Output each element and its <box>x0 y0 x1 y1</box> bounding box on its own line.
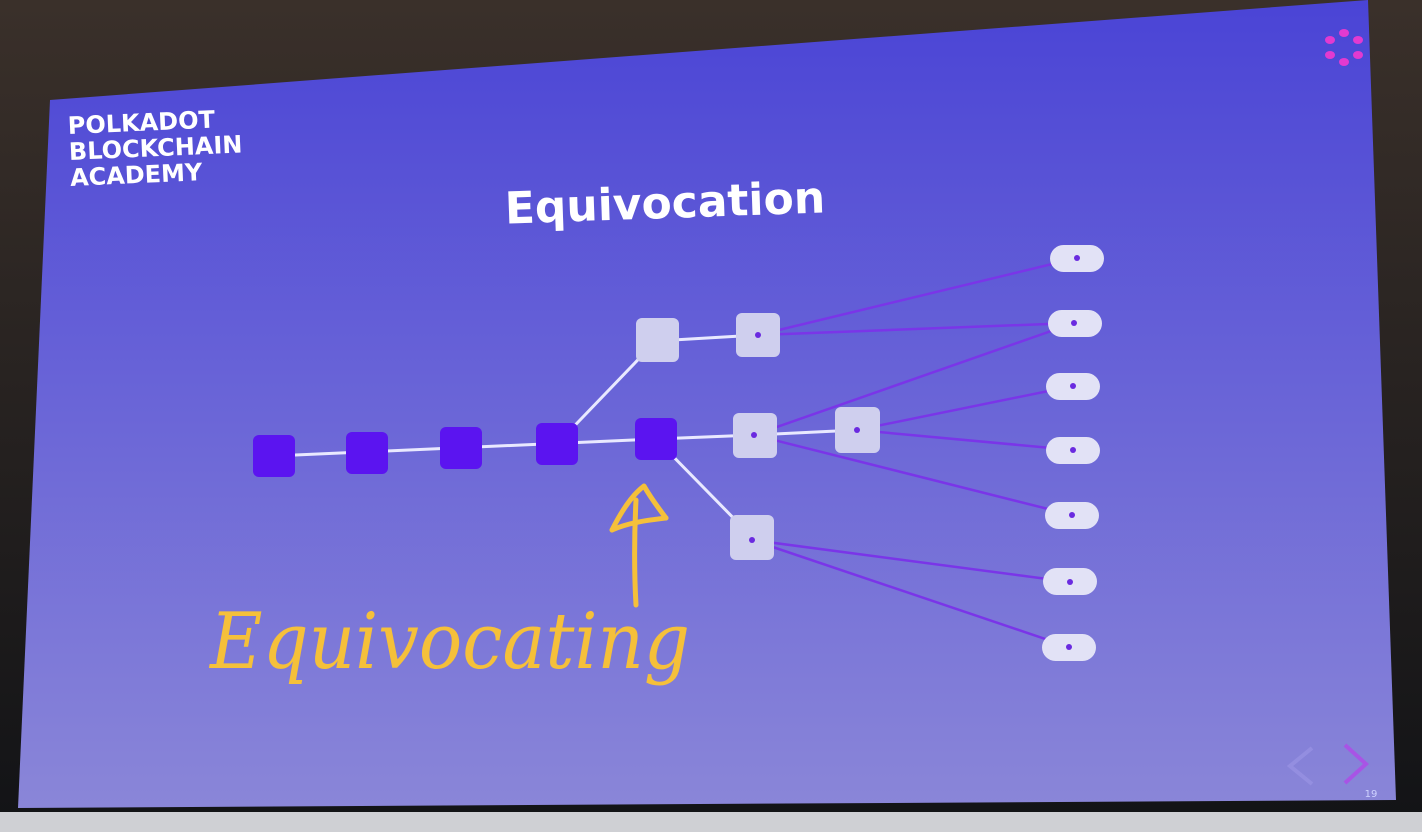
finalized-block <box>346 432 388 474</box>
annotation-text: Equivocating <box>208 597 690 687</box>
finalized-block <box>536 423 578 465</box>
page-number: 19 <box>1365 789 1378 800</box>
fork-block <box>636 318 679 362</box>
brand-line-3: ACADEMY <box>69 158 203 192</box>
slide-canvas: POLKADOT BLOCKCHAIN ACADEMY Equivocation <box>0 0 1422 832</box>
finalized-block <box>440 427 482 469</box>
finalized-block <box>253 435 295 477</box>
screen-bottom-frame <box>0 812 1422 832</box>
photo-of-presentation-screen: POLKADOT BLOCKCHAIN ACADEMY Equivocation <box>0 0 1422 832</box>
equivocating-block <box>635 418 677 460</box>
